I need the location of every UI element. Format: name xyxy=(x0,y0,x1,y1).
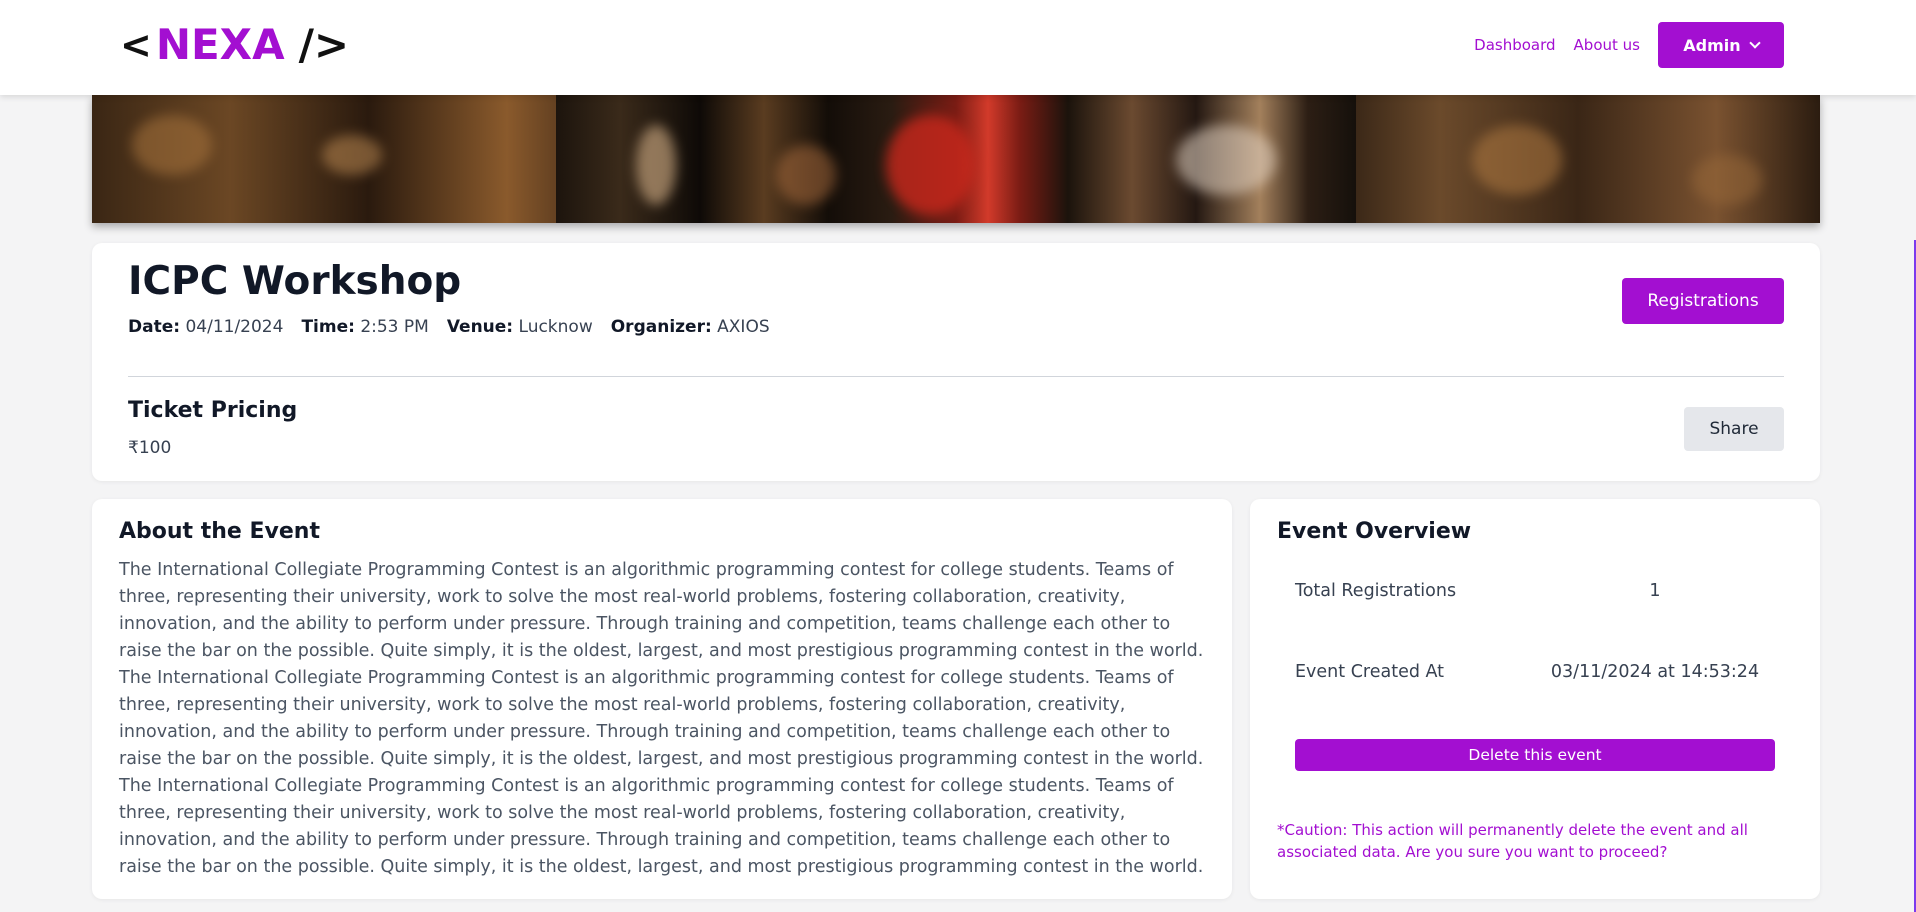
date-value: 04/11/2024 xyxy=(185,317,284,337)
time-value: 2:53 PM xyxy=(360,317,429,337)
about-title: About the Event xyxy=(119,519,320,544)
event-info-card: ICPC Workshop Date: 04/11/2024 Time: 2:5… xyxy=(92,243,1820,481)
divider xyxy=(128,376,1784,377)
event-venue: Venue: Lucknow xyxy=(447,317,593,337)
event-meta: Date: 04/11/2024 Time: 2:53 PM Venue: Lu… xyxy=(128,317,770,337)
date-label: Date: xyxy=(128,317,181,337)
organizer-label: Organizer: xyxy=(610,317,712,337)
nav-dashboard-link[interactable]: Dashboard xyxy=(1474,36,1555,54)
overview-row-created-at: Event Created At 03/11/2024 at 14:53:24 xyxy=(1295,662,1775,682)
nav-about-link[interactable]: About us xyxy=(1574,36,1640,54)
logo-close-bracket: /> xyxy=(298,20,350,69)
logo-open-bracket: < xyxy=(120,22,152,67)
time-label: Time: xyxy=(301,317,355,337)
event-time: Time: 2:53 PM xyxy=(301,317,428,337)
overview-title: Event Overview xyxy=(1277,519,1472,544)
overview-row-value: 03/11/2024 at 14:53:24 xyxy=(1550,662,1760,682)
overview-row-registrations: Total Registrations 1 xyxy=(1295,581,1775,601)
ticket-pricing-title: Ticket Pricing xyxy=(128,398,298,423)
organizer-value: AXIOS xyxy=(717,317,770,337)
logo-brand-text: NEXA xyxy=(155,20,285,69)
registrations-button[interactable]: Registrations xyxy=(1622,278,1784,324)
delete-event-button[interactable]: Delete this event xyxy=(1295,739,1775,771)
about-event-card: About the Event The International Colleg… xyxy=(92,499,1232,899)
header-nav: Dashboard About us Admin xyxy=(1474,22,1784,68)
venue-value: Lucknow xyxy=(518,317,593,337)
top-navbar: < NEXA /> Dashboard About us Admin xyxy=(0,0,1916,95)
venue-label: Venue: xyxy=(446,317,514,337)
event-overview-card: Event Overview Total Registrations 1 Eve… xyxy=(1250,499,1820,899)
ticket-price: ₹100 xyxy=(128,438,172,458)
admin-dropdown-button[interactable]: Admin xyxy=(1658,22,1784,68)
about-paragraph: The International Collegiate Programming… xyxy=(119,668,1204,769)
about-paragraph: The International Collegiate Programming… xyxy=(119,776,1204,877)
about-description: The International Collegiate Programming… xyxy=(119,557,1204,881)
overview-row-label: Total Registrations xyxy=(1295,581,1457,601)
delete-caution-text: *Caution: This action will permanently d… xyxy=(1277,821,1748,861)
event-banner-image xyxy=(92,95,1820,223)
banner-center-photo xyxy=(556,95,1356,223)
event-date: Date: 04/11/2024 xyxy=(128,317,283,337)
event-title: ICPC Workshop xyxy=(128,259,462,304)
chevron-down-icon xyxy=(1749,37,1761,49)
overview-row-value: 1 xyxy=(1649,581,1661,601)
share-button[interactable]: Share xyxy=(1684,407,1784,451)
nexa-logo[interactable]: < NEXA /> xyxy=(120,20,349,69)
overview-row-label: Event Created At xyxy=(1295,662,1445,682)
about-paragraph: The International Collegiate Programming… xyxy=(119,560,1204,661)
event-organizer: Organizer: AXIOS xyxy=(611,317,770,337)
admin-label: Admin xyxy=(1683,35,1741,55)
